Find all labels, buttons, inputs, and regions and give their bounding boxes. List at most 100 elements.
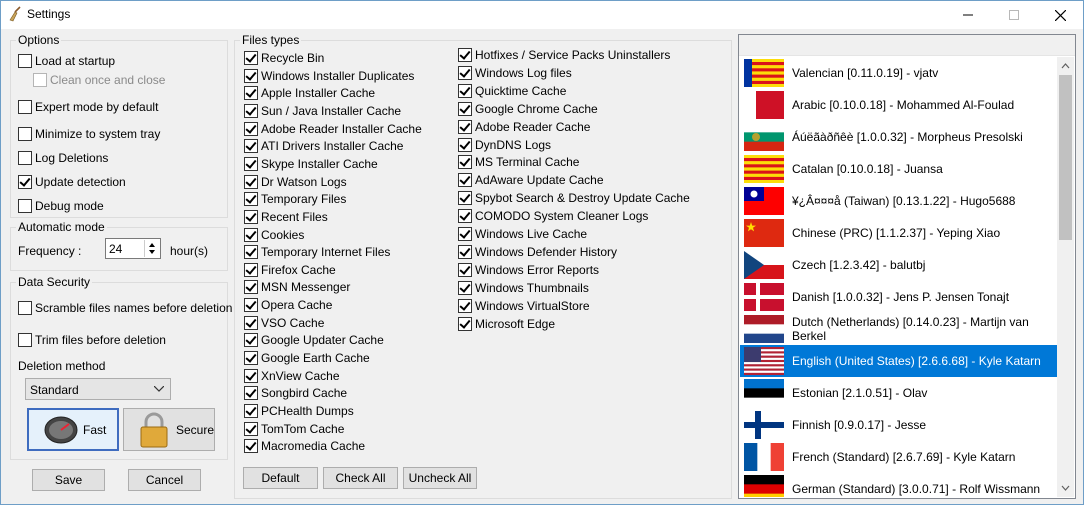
file-type-label: Spybot Search & Destroy Update Cache bbox=[475, 191, 690, 206]
load-at-startup-checkbox[interactable]: Load at startup bbox=[18, 53, 115, 69]
file-type-checkbox[interactable]: PCHealth Dumps bbox=[244, 403, 354, 419]
log-deletions-checkbox[interactable]: Log Deletions bbox=[18, 150, 108, 166]
language-item[interactable]: ¥¿Â¤¤¤å (Taiwan) [0.13.1.22] - Hugo5688 bbox=[740, 185, 1057, 217]
uncheck-all-button[interactable]: Uncheck All bbox=[403, 467, 477, 489]
file-type-checkbox[interactable]: Adobe Reader Cache bbox=[458, 119, 590, 135]
file-type-checkbox[interactable]: Google Earth Cache bbox=[244, 350, 370, 366]
file-type-checkbox[interactable]: Windows Defender History bbox=[458, 244, 617, 260]
file-type-checkbox[interactable]: Sun / Java Installer Cache bbox=[244, 103, 401, 119]
minimize-button[interactable] bbox=[945, 1, 991, 29]
file-type-checkbox[interactable]: Windows Error Reports bbox=[458, 262, 599, 278]
checkbox-box bbox=[244, 121, 258, 136]
language-list[interactable]: Valencian [0.11.0.19] - vjatv Arabic [0.1… bbox=[739, 57, 1057, 497]
maximize-button[interactable] bbox=[991, 1, 1037, 29]
netherlands-flag-icon bbox=[744, 315, 784, 343]
checkbox-box bbox=[244, 280, 258, 295]
file-type-checkbox[interactable]: MSN Messenger bbox=[244, 279, 350, 295]
checkbox-box bbox=[458, 173, 472, 188]
file-type-checkbox[interactable]: COMODO System Cleaner Logs bbox=[458, 208, 648, 224]
file-type-checkbox[interactable]: Temporary Files bbox=[244, 191, 346, 207]
file-type-checkbox[interactable]: Temporary Internet Files bbox=[244, 244, 390, 260]
frequency-label: Frequency : bbox=[18, 244, 82, 258]
language-item[interactable]: Danish [1.0.0.32] - Jens P. Jensen Tonaj… bbox=[740, 281, 1057, 313]
language-item[interactable]: Áúëãàðñêè [1.0.0.32] - Morpheus Presolsk… bbox=[740, 121, 1057, 153]
secure-label: Secure bbox=[175, 422, 214, 437]
save-button[interactable]: Save bbox=[32, 469, 105, 491]
file-type-checkbox[interactable]: Windows Thumbnails bbox=[458, 280, 589, 296]
file-type-checkbox[interactable]: Windows VirtualStore bbox=[458, 298, 590, 314]
language-label: Finnish [0.9.0.17] - Jesse bbox=[792, 418, 927, 432]
file-type-checkbox[interactable]: Windows Installer Duplicates bbox=[244, 68, 414, 84]
file-type-checkbox[interactable]: Firefox Cache bbox=[244, 262, 336, 278]
file-type-checkbox[interactable]: Songbird Cache bbox=[244, 385, 347, 401]
language-item[interactable]: Estonian [2.1.0.51] - Olav bbox=[740, 377, 1057, 409]
language-item[interactable]: German (Standard) [3.0.0.71] - Rolf Wiss… bbox=[740, 473, 1057, 497]
checkbox-box bbox=[458, 316, 472, 331]
file-type-checkbox[interactable]: Opera Cache bbox=[244, 297, 332, 313]
scrollbar-thumb[interactable] bbox=[1059, 75, 1072, 240]
file-type-checkbox[interactable]: MS Terminal Cache bbox=[458, 154, 579, 170]
language-item[interactable]: French (Standard) [2.6.7.69] - Kyle Kata… bbox=[740, 441, 1057, 473]
file-type-checkbox[interactable]: Google Updater Cache bbox=[244, 332, 384, 348]
file-type-checkbox[interactable]: Quicktime Cache bbox=[458, 83, 566, 99]
language-item[interactable]: English (United States) [2.6.6.68] - Kyl… bbox=[740, 345, 1057, 377]
deletion-method-select[interactable]: Standard bbox=[25, 378, 171, 400]
default-button[interactable]: Default bbox=[243, 467, 318, 489]
file-type-checkbox[interactable]: Spybot Search & Destroy Update Cache bbox=[458, 190, 690, 206]
language-item[interactable]: Dutch (Netherlands) [0.14.0.23] - Martij… bbox=[740, 313, 1057, 345]
language-item[interactable]: Valencian [0.11.0.19] - vjatv bbox=[740, 57, 1057, 89]
file-type-label: Firefox Cache bbox=[261, 262, 336, 277]
scramble-names-checkbox[interactable]: Scramble files names before deletion bbox=[18, 300, 232, 316]
file-type-checkbox[interactable]: Hotfixes / Service Packs Uninstallers bbox=[458, 47, 670, 63]
file-type-checkbox[interactable]: Windows Log files bbox=[458, 65, 572, 81]
language-list-scrollbar[interactable] bbox=[1057, 57, 1074, 497]
cancel-button[interactable]: Cancel bbox=[128, 469, 201, 491]
file-type-checkbox[interactable]: Recycle Bin bbox=[244, 50, 324, 66]
frequency-spinner[interactable]: 24 bbox=[105, 238, 161, 259]
update-detection-checkbox[interactable]: Update detection bbox=[18, 174, 126, 190]
file-type-checkbox[interactable]: Adobe Reader Installer Cache bbox=[244, 121, 422, 137]
file-type-checkbox[interactable]: XnView Cache bbox=[244, 368, 340, 384]
file-type-checkbox[interactable]: Google Chrome Cache bbox=[458, 101, 598, 117]
speedometer-icon bbox=[44, 416, 78, 443]
file-type-checkbox[interactable]: Apple Installer Cache bbox=[244, 85, 375, 101]
language-item[interactable]: Chinese (PRC) [1.1.2.37] - Yeping Xiao bbox=[740, 217, 1057, 249]
checkbox-box bbox=[244, 68, 258, 83]
file-type-checkbox[interactable]: Windows Live Cache bbox=[458, 226, 587, 242]
checkbox-box bbox=[244, 386, 258, 401]
expert-mode-checkbox[interactable]: Expert mode by default bbox=[18, 99, 158, 115]
language-item[interactable]: Arabic [0.10.0.18] - Mohammed Al-Foulad bbox=[740, 89, 1057, 121]
close-button[interactable] bbox=[1037, 1, 1083, 29]
file-type-checkbox[interactable]: Recent Files bbox=[244, 209, 328, 225]
settings-window: Settings Options Load at startup Clean o… bbox=[0, 0, 1084, 505]
file-type-checkbox[interactable]: AdAware Update Cache bbox=[458, 172, 604, 188]
secure-method-button[interactable]: Secure bbox=[123, 408, 215, 451]
file-type-label: Apple Installer Cache bbox=[261, 86, 376, 101]
automatic-mode-legend: Automatic mode bbox=[16, 220, 107, 234]
file-type-checkbox[interactable]: ATI Drivers Installer Cache bbox=[244, 138, 403, 154]
file-type-checkbox[interactable]: Macromedia Cache bbox=[244, 438, 365, 454]
file-type-checkbox[interactable]: Microsoft Edge bbox=[458, 316, 555, 332]
minimize-tray-checkbox[interactable]: Minimize to system tray bbox=[18, 126, 160, 142]
file-type-label: Adobe Reader Cache bbox=[475, 119, 591, 134]
checkbox-box bbox=[458, 65, 472, 80]
file-type-checkbox[interactable]: Cookies bbox=[244, 227, 304, 243]
file-type-checkbox[interactable]: Skype Installer Cache bbox=[244, 156, 378, 172]
clean-once-close-checkbox[interactable]: Clean once and close bbox=[33, 72, 165, 88]
language-item[interactable]: Catalan [0.10.0.18] - Juansa bbox=[740, 153, 1057, 185]
file-type-checkbox[interactable]: DynDNS Logs bbox=[458, 137, 551, 153]
file-type-checkbox[interactable]: TomTom Cache bbox=[244, 421, 344, 437]
language-label: ¥¿Â¤¤¤å (Taiwan) [0.13.1.22] - Hugo5688 bbox=[792, 194, 1016, 208]
file-type-label: Cookies bbox=[261, 227, 305, 242]
fast-method-button[interactable]: Fast bbox=[27, 408, 119, 451]
language-label: Dutch (Netherlands) [0.14.0.23] - Martij… bbox=[792, 315, 1029, 343]
file-type-checkbox[interactable]: Dr Watson Logs bbox=[244, 174, 347, 190]
language-item[interactable]: Czech [1.2.3.42] - balutbj bbox=[740, 249, 1057, 281]
file-type-checkbox[interactable]: VSO Cache bbox=[244, 315, 324, 331]
language-item[interactable]: Finnish [0.9.0.17] - Jesse bbox=[740, 409, 1057, 441]
file-type-label: XnView Cache bbox=[261, 368, 340, 383]
debug-mode-checkbox[interactable]: Debug mode bbox=[18, 198, 104, 214]
spinner-arrows[interactable] bbox=[144, 240, 159, 257]
check-all-button[interactable]: Check All bbox=[323, 467, 398, 489]
trim-files-checkbox[interactable]: Trim files before deletion bbox=[18, 332, 166, 348]
